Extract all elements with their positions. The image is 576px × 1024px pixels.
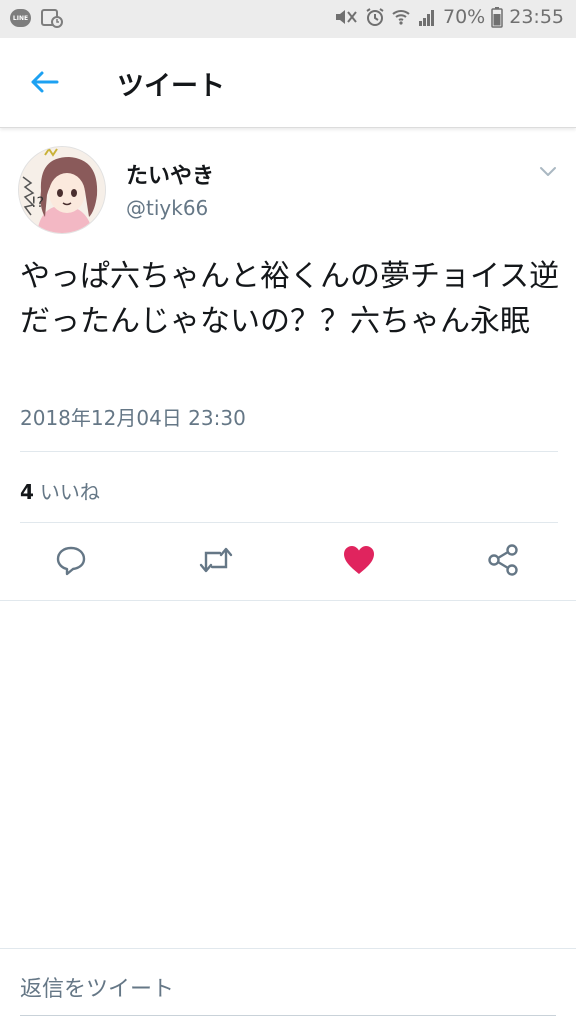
reply-input-underline	[20, 1015, 556, 1016]
heart-icon	[342, 544, 376, 580]
status-bar-notifications: LINE	[10, 8, 63, 28]
clock-time: 23:55	[509, 6, 564, 28]
likes-count: 4	[20, 480, 34, 504]
battery-percent: 70%	[443, 6, 486, 28]
avatar[interactable]: !?	[18, 146, 106, 234]
line-app-label: LINE	[12, 14, 29, 22]
back-button[interactable]	[22, 62, 66, 106]
likes-label: いいね	[39, 480, 100, 504]
share-icon	[486, 543, 520, 581]
alarm-icon	[365, 7, 385, 27]
tweet-timestamp: 2018年12月04日 23:30	[20, 406, 246, 430]
divider	[20, 522, 558, 523]
speech-bubble-icon	[55, 544, 87, 580]
like-button[interactable]	[339, 542, 379, 582]
avatar-interrobang-text: !?	[31, 195, 44, 211]
tweet-actions	[0, 532, 576, 592]
more-options-button[interactable]	[532, 160, 564, 184]
arrow-left-icon	[29, 70, 59, 98]
divider	[0, 600, 576, 601]
line-app-icon: LINE	[10, 9, 31, 27]
signal-icon	[417, 7, 437, 27]
tweet-text: やっぱ六ちゃんと裕くんの夢チョイス逆だったんじゃないの？？六ちゃん永眠	[20, 259, 560, 339]
mute-icon	[333, 7, 359, 27]
share-button[interactable]	[483, 542, 523, 582]
chevron-down-icon	[539, 163, 557, 182]
display-name[interactable]: たいやき	[126, 158, 214, 190]
reply-input[interactable]: 返信をツイート	[20, 971, 174, 1003]
page-title: ツイート	[117, 71, 225, 102]
likes-summary[interactable]: 4 いいね	[20, 476, 100, 505]
avatar-illustration: !?	[19, 147, 105, 233]
battery-icon	[491, 6, 503, 28]
reply-bar: 返信をツイート	[0, 948, 576, 1024]
retweet-icon	[198, 544, 234, 580]
retweet-button[interactable]	[196, 542, 236, 582]
user-handle[interactable]: @tiyk66	[126, 196, 208, 220]
divider	[20, 451, 558, 452]
wifi-icon	[391, 7, 411, 27]
status-bar-system: 70% 23:55	[333, 6, 564, 28]
reply-button[interactable]	[51, 542, 91, 582]
status-bar: LINE 70% 23:55	[0, 0, 576, 38]
gallery-clock-icon	[41, 8, 63, 28]
app-header: ツイート	[0, 38, 576, 128]
